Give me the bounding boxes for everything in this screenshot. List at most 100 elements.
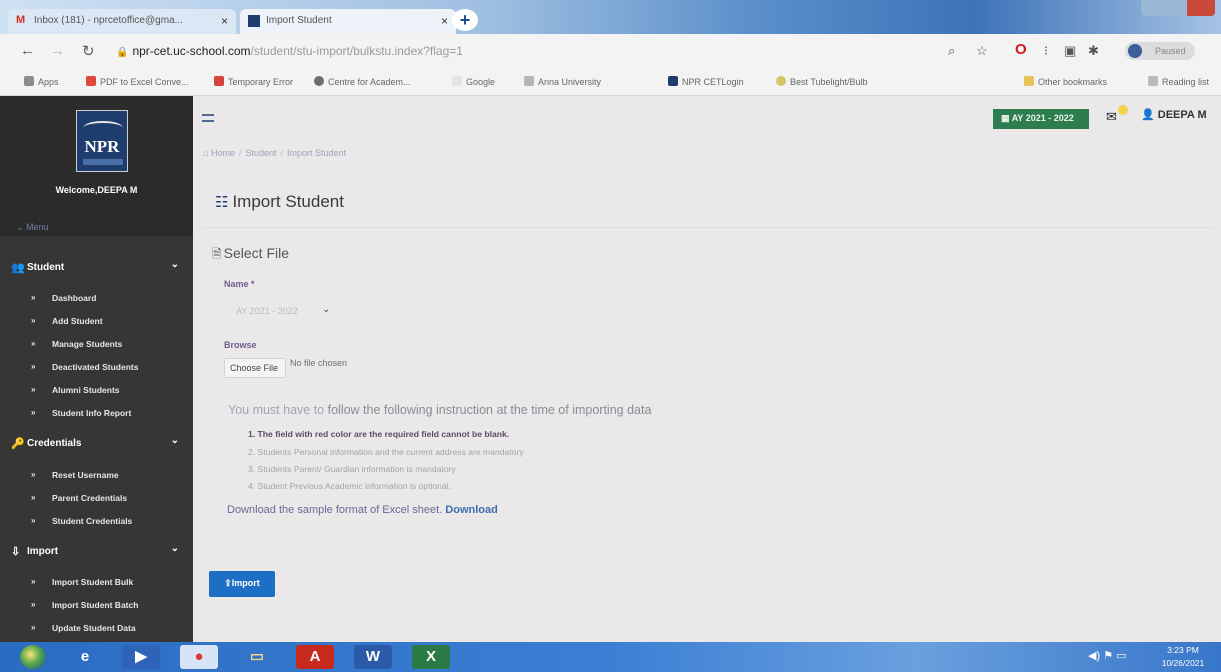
breadcrumb-current: Import Student xyxy=(287,148,347,158)
sidebar-item-alumni-students[interactable]: » Alumni Students xyxy=(0,380,193,400)
back-icon[interactable]: ← xyxy=(20,42,35,59)
breadcrumb: ⌂ Home / Student / Import Student xyxy=(203,148,347,158)
bookmark-reading-list[interactable]: Reading list xyxy=(1148,76,1209,87)
bookmark-best-tubelight[interactable]: Best Tubelight/Bulb xyxy=(776,76,868,87)
sidebar-item-manage-students[interactable]: » Manage Students xyxy=(0,334,193,354)
tab-import-student[interactable]: Import Student × xyxy=(240,9,456,34)
breadcrumb-student[interactable]: Student xyxy=(245,148,276,158)
bookmark-npr-cet-login[interactable]: NPR CETLogin xyxy=(668,76,744,87)
bookmark-google[interactable]: Google xyxy=(452,76,495,87)
sidebar-section-student[interactable]: 👥 Student ⌄ xyxy=(0,256,193,280)
sidebar-section-import[interactable]: ⇩ Import ⌄ xyxy=(0,540,193,564)
page-title: ☷ Import Student xyxy=(215,192,344,211)
section-title: 🗎 Select File xyxy=(212,245,290,261)
excel-icon[interactable]: X xyxy=(412,645,450,669)
browse-label: Browse xyxy=(224,340,257,350)
puzzle-icon[interactable]: ▣ xyxy=(1064,43,1076,59)
sidebar-item-parent-credentials[interactable]: » Parent Credentials xyxy=(0,488,193,508)
import-button[interactable]: ⇪Import xyxy=(209,571,275,597)
close-icon[interactable]: × xyxy=(221,14,228,28)
bookmark-anna-university[interactable]: Anna University xyxy=(524,76,601,87)
forward-icon[interactable]: → xyxy=(50,42,65,59)
sidebar-item-import-student-bulk[interactable]: » Import Student Bulk xyxy=(0,572,193,592)
instruction-item: 3. Students Parent/ Guardian information… xyxy=(248,464,456,474)
acrobat-icon[interactable]: A xyxy=(296,645,334,669)
avatar xyxy=(1128,44,1142,58)
sidebar-item-reset-username[interactable]: » Reset Username xyxy=(0,465,193,485)
sidebar-section-credentials[interactable]: 🔑 Credentials ⌄ xyxy=(0,432,193,456)
apps-icon xyxy=(24,76,34,86)
chevron-down-icon: ⌄ xyxy=(322,304,331,315)
word-icon[interactable]: W xyxy=(354,645,392,669)
extension-icon[interactable]: ⁝ xyxy=(1044,43,1048,59)
import-icon: ⇩ xyxy=(11,546,21,558)
chrome-icon[interactable]: ● xyxy=(180,645,218,669)
name-select[interactable]: AY 2021 - 2022 ⌄ xyxy=(224,301,334,321)
user-upload-icon: ⇪ xyxy=(224,578,232,588)
double-chevron-icon: » xyxy=(31,316,36,325)
menu-toggle[interactable]: ⌄ Menu xyxy=(16,222,49,233)
bookmark-apps[interactable]: Apps xyxy=(24,76,59,87)
bookmark-icon xyxy=(524,76,534,86)
breadcrumb-home[interactable]: Home xyxy=(211,148,235,158)
star-icon[interactable]: ☆ xyxy=(976,43,988,59)
opera-icon[interactable]: O xyxy=(1015,41,1027,58)
gmail-icon xyxy=(214,76,224,86)
list-icon: ☷ xyxy=(215,194,229,211)
bookmark-centre-academ[interactable]: Centre for Academ... xyxy=(314,76,411,87)
sidebar-item-import-student-batch[interactable]: » Import Student Batch xyxy=(0,595,193,615)
user-menu[interactable]: 👤 DEEPA M xyxy=(1141,108,1207,121)
double-chevron-icon: » xyxy=(31,470,36,479)
mail-icon[interactable]: ✉ xyxy=(1106,109,1117,125)
bookmark-temporary-error[interactable]: Temporary Error xyxy=(214,76,293,87)
sidebar-item-deactivated-students[interactable]: » Deactivated Students xyxy=(0,357,193,377)
instruction-heading: You must have to follow the following in… xyxy=(228,403,652,417)
media-icon[interactable]: ▶ xyxy=(122,645,160,669)
sidebar-item-add-student[interactable]: » Add Student xyxy=(0,311,193,331)
file-input[interactable]: Choose File No file chosen xyxy=(224,358,347,380)
hamburger-icon[interactable] xyxy=(202,114,214,122)
extensions-icon[interactable]: ✱ xyxy=(1088,43,1099,59)
instruction-item: 4. Student Previous Academic information… xyxy=(248,481,452,491)
profile-button[interactable]: Paused xyxy=(1125,42,1195,60)
sidebar-item-update-student-data[interactable]: » Update Student Data xyxy=(0,618,193,638)
bookmark-other[interactable]: Other bookmarks xyxy=(1024,76,1107,87)
start-button[interactable] xyxy=(20,645,46,669)
tab-title: Inbox (181) - nprcetoffice@gma... xyxy=(34,15,183,26)
sidebar-item-student-credentials[interactable]: » Student Credentials xyxy=(0,511,193,531)
window-controls[interactable] xyxy=(1141,0,1215,16)
tab-gmail[interactable]: M Inbox (181) - nprcetoffice@gma... × xyxy=(8,9,236,34)
address-bar[interactable]: 🔒 npr-cet.uc-school.com/student/stu-impor… xyxy=(116,44,463,58)
sidebar-item-student-info-report[interactable]: » Student Info Report xyxy=(0,403,193,423)
reload-icon[interactable]: ↻ xyxy=(82,42,95,60)
new-tab-button[interactable]: + xyxy=(452,9,478,31)
folder-icon xyxy=(1024,76,1034,86)
globe-icon xyxy=(314,76,324,86)
gmail-icon: M xyxy=(16,14,26,26)
double-chevron-icon: » xyxy=(31,385,36,394)
main-content: ▦ AY 2021 - 2022 ✉ 👤 DEEPA M ⌂ Home / Stud… xyxy=(193,96,1221,642)
instruction-item: 2. Students Personal information and the… xyxy=(248,447,524,457)
zoom-icon[interactable]: ⌕ xyxy=(948,43,955,59)
tab-title: Import Student xyxy=(266,15,332,26)
academic-year-badge[interactable]: ▦ AY 2021 - 2022 xyxy=(993,109,1089,129)
divider xyxy=(203,227,1213,228)
folder-icon[interactable]: ▭ xyxy=(238,645,276,669)
choose-file-button[interactable]: Choose File xyxy=(224,358,287,378)
ie-icon[interactable]: e xyxy=(66,645,104,669)
sidebar-header: NPR Welcome,DEEPA M ⌄ Menu xyxy=(0,96,193,236)
lock-icon: 🔒 xyxy=(116,47,129,58)
welcome-text: Welcome,DEEPA M xyxy=(55,185,138,195)
close-icon[interactable]: × xyxy=(441,14,448,28)
clock[interactable]: 3:23 PM 10/26/2021 xyxy=(1158,644,1208,670)
double-chevron-icon: » xyxy=(31,600,36,609)
npr-logo: NPR xyxy=(76,110,128,172)
download-link[interactable]: Download xyxy=(445,504,498,516)
double-chevron-icon: » xyxy=(31,516,36,525)
bookmark-pdf-excel[interactable]: PDF to Excel Conve... xyxy=(86,76,189,87)
site-icon xyxy=(668,76,678,86)
home-icon: ⌂ xyxy=(203,148,209,158)
system-tray[interactable]: ◀) ⚑ ▭ xyxy=(1088,649,1127,662)
double-chevron-icon: » xyxy=(31,408,36,417)
sidebar-item-dashboard[interactable]: » Dashboard xyxy=(0,288,193,308)
